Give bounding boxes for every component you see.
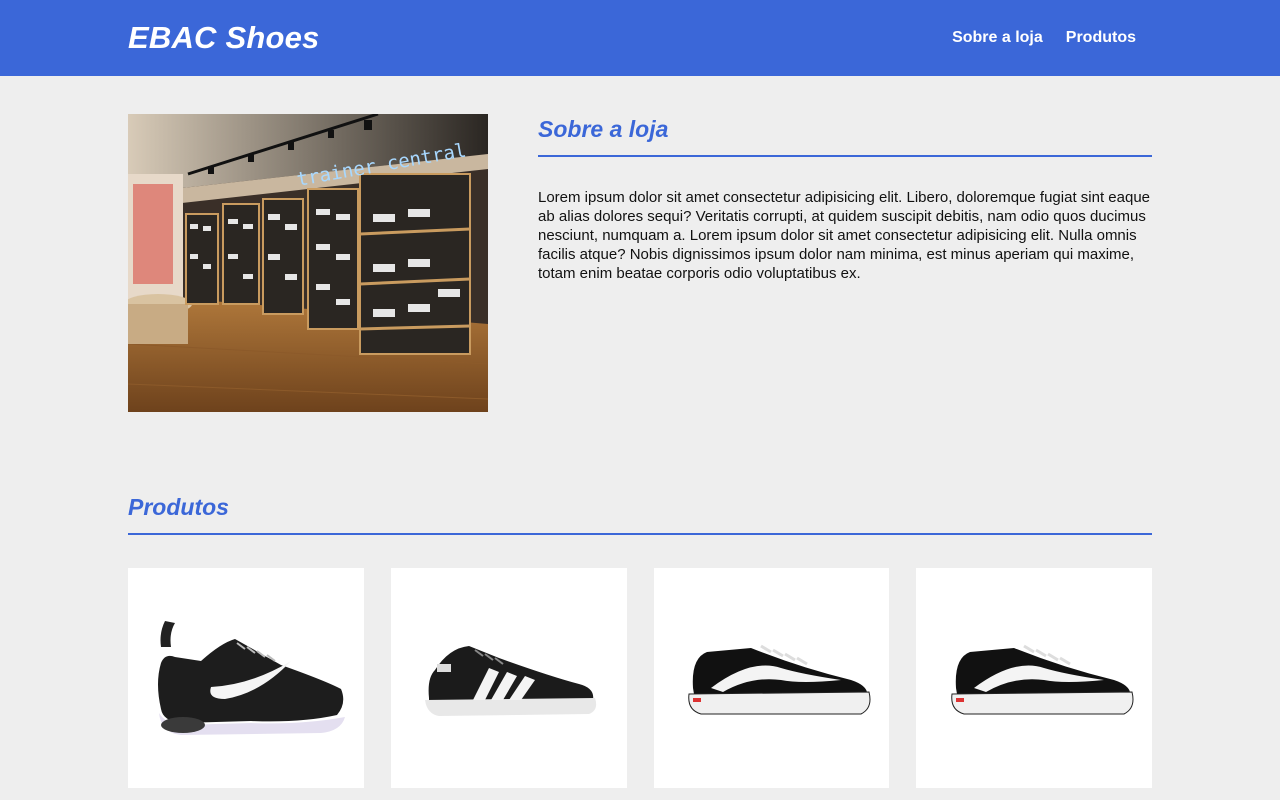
main-nav: Sobre a loja Produtos <box>952 29 1136 47</box>
nav-link-sobre[interactable]: Sobre a loja <box>952 29 1043 47</box>
site-header: EBAC Shoes Sobre a loja Produtos <box>0 0 1280 76</box>
product-card[interactable] <box>390 568 627 788</box>
product-card[interactable] <box>916 568 1152 788</box>
products-section: Produtos <box>128 492 1152 788</box>
about-title: Sobre a loja <box>538 114 1152 157</box>
product-card[interactable] <box>653 568 890 788</box>
brand-logo[interactable]: EBAC Shoes <box>128 20 319 56</box>
vans-shoe-image <box>951 644 1134 715</box>
nav-link-produtos[interactable]: Produtos <box>1066 29 1136 47</box>
product-card[interactable] <box>128 568 364 788</box>
about-paragraph: Lorem ipsum dolor sit amet consectetur a… <box>538 189 1150 282</box>
nike-shoe-image <box>157 621 345 735</box>
adidas-shoe-image <box>424 646 596 716</box>
store-image: trainer central <box>128 114 488 412</box>
product-grid <box>128 568 1152 788</box>
about-section: trainer central Sobre a loja Lorem ipsum… <box>128 114 1152 412</box>
about-content: Sobre a loja Lorem ipsum dolor sit amet … <box>538 114 1152 412</box>
vans-shoe-image <box>688 644 871 715</box>
products-title: Produtos <box>128 492 1152 535</box>
